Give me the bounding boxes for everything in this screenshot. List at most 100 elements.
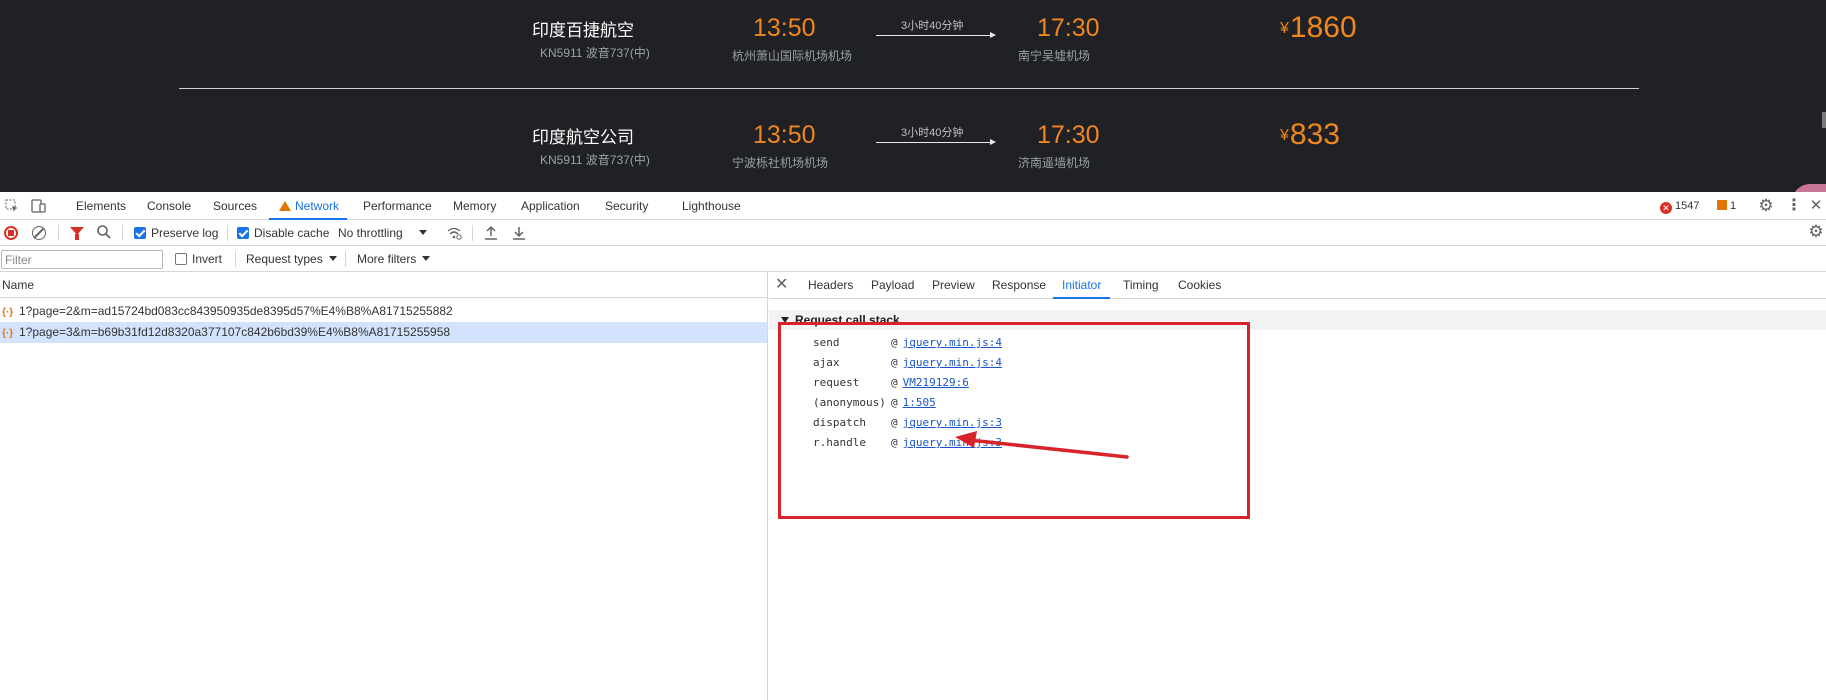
invert-label: Invert xyxy=(192,252,223,266)
tab-preview[interactable]: Preview xyxy=(932,272,975,299)
flight-price: ¥833 xyxy=(1280,118,1340,152)
devtools-panel: Elements Console Sources Network Perform… xyxy=(0,192,1826,700)
more-filters-label: More filters xyxy=(357,252,417,266)
toolbar-separator xyxy=(227,225,228,241)
network-toolbar: Preserve log Disable cache No throttling… xyxy=(0,220,1826,246)
chevron-down-icon xyxy=(418,230,427,235)
invert-checkbox[interactable]: Invert xyxy=(175,246,222,272)
flight-number: KN5911 波音737(中) xyxy=(540,46,650,60)
xhr-icon: {·} xyxy=(2,328,14,339)
checkbox-checked-icon xyxy=(134,227,146,239)
upload-icon[interactable] xyxy=(483,225,499,241)
arrival-airport: 济南遥墙机场 xyxy=(1018,156,1091,170)
departure-time: 13:50 xyxy=(753,121,816,149)
inspect-element-icon[interactable] xyxy=(4,198,20,214)
price-value: 833 xyxy=(1289,118,1340,151)
price-value: 1860 xyxy=(1289,11,1357,44)
filter-bar: Invert Request types More filters xyxy=(0,246,1826,272)
flight-row[interactable]: 印度百捷航空 KN5911 波音737(中) 13:50 杭州萧山国际机场机场 … xyxy=(0,0,1826,107)
preserve-log-label: Preserve log xyxy=(151,226,219,240)
request-name: 1?page=2&m=ad15724bd083cc843950935de8395… xyxy=(19,304,453,318)
device-toolbar-icon[interactable] xyxy=(30,198,46,214)
airline-name: 印度百捷航空 xyxy=(532,21,634,40)
tab-initiator[interactable]: Initiator xyxy=(1053,272,1111,299)
tab-cookies[interactable]: Cookies xyxy=(1178,272,1221,299)
search-icon[interactable] xyxy=(96,224,112,240)
departure-time: 13:50 xyxy=(753,14,816,42)
network-settings-gear-icon[interactable]: ⚙ xyxy=(1808,223,1824,240)
tab-sources[interactable]: Sources xyxy=(213,192,257,220)
chevron-down-icon xyxy=(328,256,337,261)
departure-airport: 宁波栎社机场机场 xyxy=(732,156,829,170)
toolbar-separator xyxy=(235,251,236,267)
more-filters-dropdown[interactable]: More filters xyxy=(357,246,431,272)
table-row[interactable]: {·} 1?page=2&m=ad15724bd083cc843950935de8… xyxy=(0,301,767,322)
devtools-tab-bar: Elements Console Sources Network Perform… xyxy=(0,192,1826,220)
request-list: Name {·} 1?page=2&m=ad15724bd083cc8439509… xyxy=(0,272,768,700)
flight-duration: 3小时40分钟 xyxy=(901,20,964,32)
close-icon[interactable]: ✕ xyxy=(775,277,789,293)
currency-symbol: ¥ xyxy=(1280,20,1289,37)
tab-network-label: Network xyxy=(295,199,340,213)
tab-headers[interactable]: Headers xyxy=(808,272,853,299)
xhr-icon: {·} xyxy=(2,307,14,318)
gear-icon[interactable]: ⚙ xyxy=(1758,197,1774,214)
request-types-label: Request types xyxy=(246,252,323,266)
currency-symbol: ¥ xyxy=(1280,127,1289,144)
red-arrow-annotation xyxy=(955,431,1129,459)
flight-number: KN5911 波音737(中) xyxy=(540,153,650,167)
network-conditions-icon[interactable] xyxy=(446,225,462,241)
throttling-value: No throttling xyxy=(338,226,403,240)
close-icon[interactable]: ✕ xyxy=(1808,198,1824,214)
tab-timing[interactable]: Timing xyxy=(1123,272,1159,299)
error-count: 1547 xyxy=(1675,200,1700,212)
filter-input[interactable] xyxy=(1,250,163,269)
filter-icon[interactable] xyxy=(70,227,84,240)
warning-count: 1 xyxy=(1730,200,1737,212)
divider xyxy=(179,88,1639,89)
column-header-name[interactable]: Name xyxy=(0,272,767,298)
toolbar-separator xyxy=(58,225,59,241)
tab-payload[interactable]: Payload xyxy=(871,272,914,299)
flight-row[interactable]: 印度航空公司 KN5911 波音737(中) 13:50 宁波栎社机场机场 3小… xyxy=(0,107,1826,192)
tab-security[interactable]: Security xyxy=(605,192,648,220)
tab-lighthouse[interactable]: Lighthouse xyxy=(682,192,741,220)
tab-performance[interactable]: Performance xyxy=(363,192,432,220)
download-icon[interactable] xyxy=(511,225,527,241)
toolbar-separator xyxy=(122,225,123,241)
departure-airport: 杭州萧山国际机场机场 xyxy=(732,49,853,63)
preserve-log-checkbox[interactable]: Preserve log xyxy=(134,220,218,246)
request-types-dropdown[interactable]: Request types xyxy=(246,246,337,272)
request-details: ✕ Headers Payload Preview Response Initi… xyxy=(769,272,1826,700)
arrival-time: 17:30 xyxy=(1037,14,1100,42)
disable-cache-checkbox[interactable]: Disable cache xyxy=(237,220,329,246)
chevron-down-icon xyxy=(422,256,431,261)
issues-flag-icon xyxy=(1717,200,1727,210)
tab-network[interactable]: Network xyxy=(269,192,348,220)
request-name: 1?page=3&m=b69b31fd12d8320a377107c842b6b… xyxy=(19,325,451,339)
tab-application[interactable]: Application xyxy=(521,192,580,220)
error-count-badge[interactable]: ✕ 1547 xyxy=(1660,198,1699,214)
more-options-icon[interactable]: ⋮ xyxy=(1786,198,1802,214)
tab-response[interactable]: Response xyxy=(992,272,1046,299)
tab-console[interactable]: Console xyxy=(147,192,191,220)
arrow-right-icon xyxy=(876,32,996,38)
arrow-right-icon xyxy=(876,139,996,145)
airline-name: 印度航空公司 xyxy=(532,128,634,147)
toolbar-separator xyxy=(345,251,346,267)
clear-button[interactable] xyxy=(32,226,46,240)
throttling-select[interactable]: No throttling xyxy=(338,220,427,246)
page-scrollbar[interactable] xyxy=(1822,112,1826,128)
stop-recording-button[interactable] xyxy=(4,226,18,240)
flight-duration: 3小时40分钟 xyxy=(901,127,964,139)
arrival-airport: 南宁吴墟机场 xyxy=(1018,49,1091,63)
disable-cache-label: Disable cache xyxy=(254,226,330,240)
table-row[interactable]: {·} 1?page=3&m=b69b31fd12d8320a377107c842… xyxy=(0,322,767,343)
tab-elements[interactable]: Elements xyxy=(76,192,126,220)
tab-memory[interactable]: Memory xyxy=(453,192,496,220)
highlight-box xyxy=(778,322,1250,519)
error-icon: ✕ xyxy=(1660,202,1672,214)
toolbar-separator xyxy=(472,225,473,241)
warning-count-badge[interactable]: 1 xyxy=(1717,198,1736,214)
flight-price: ¥1860 xyxy=(1280,11,1357,45)
